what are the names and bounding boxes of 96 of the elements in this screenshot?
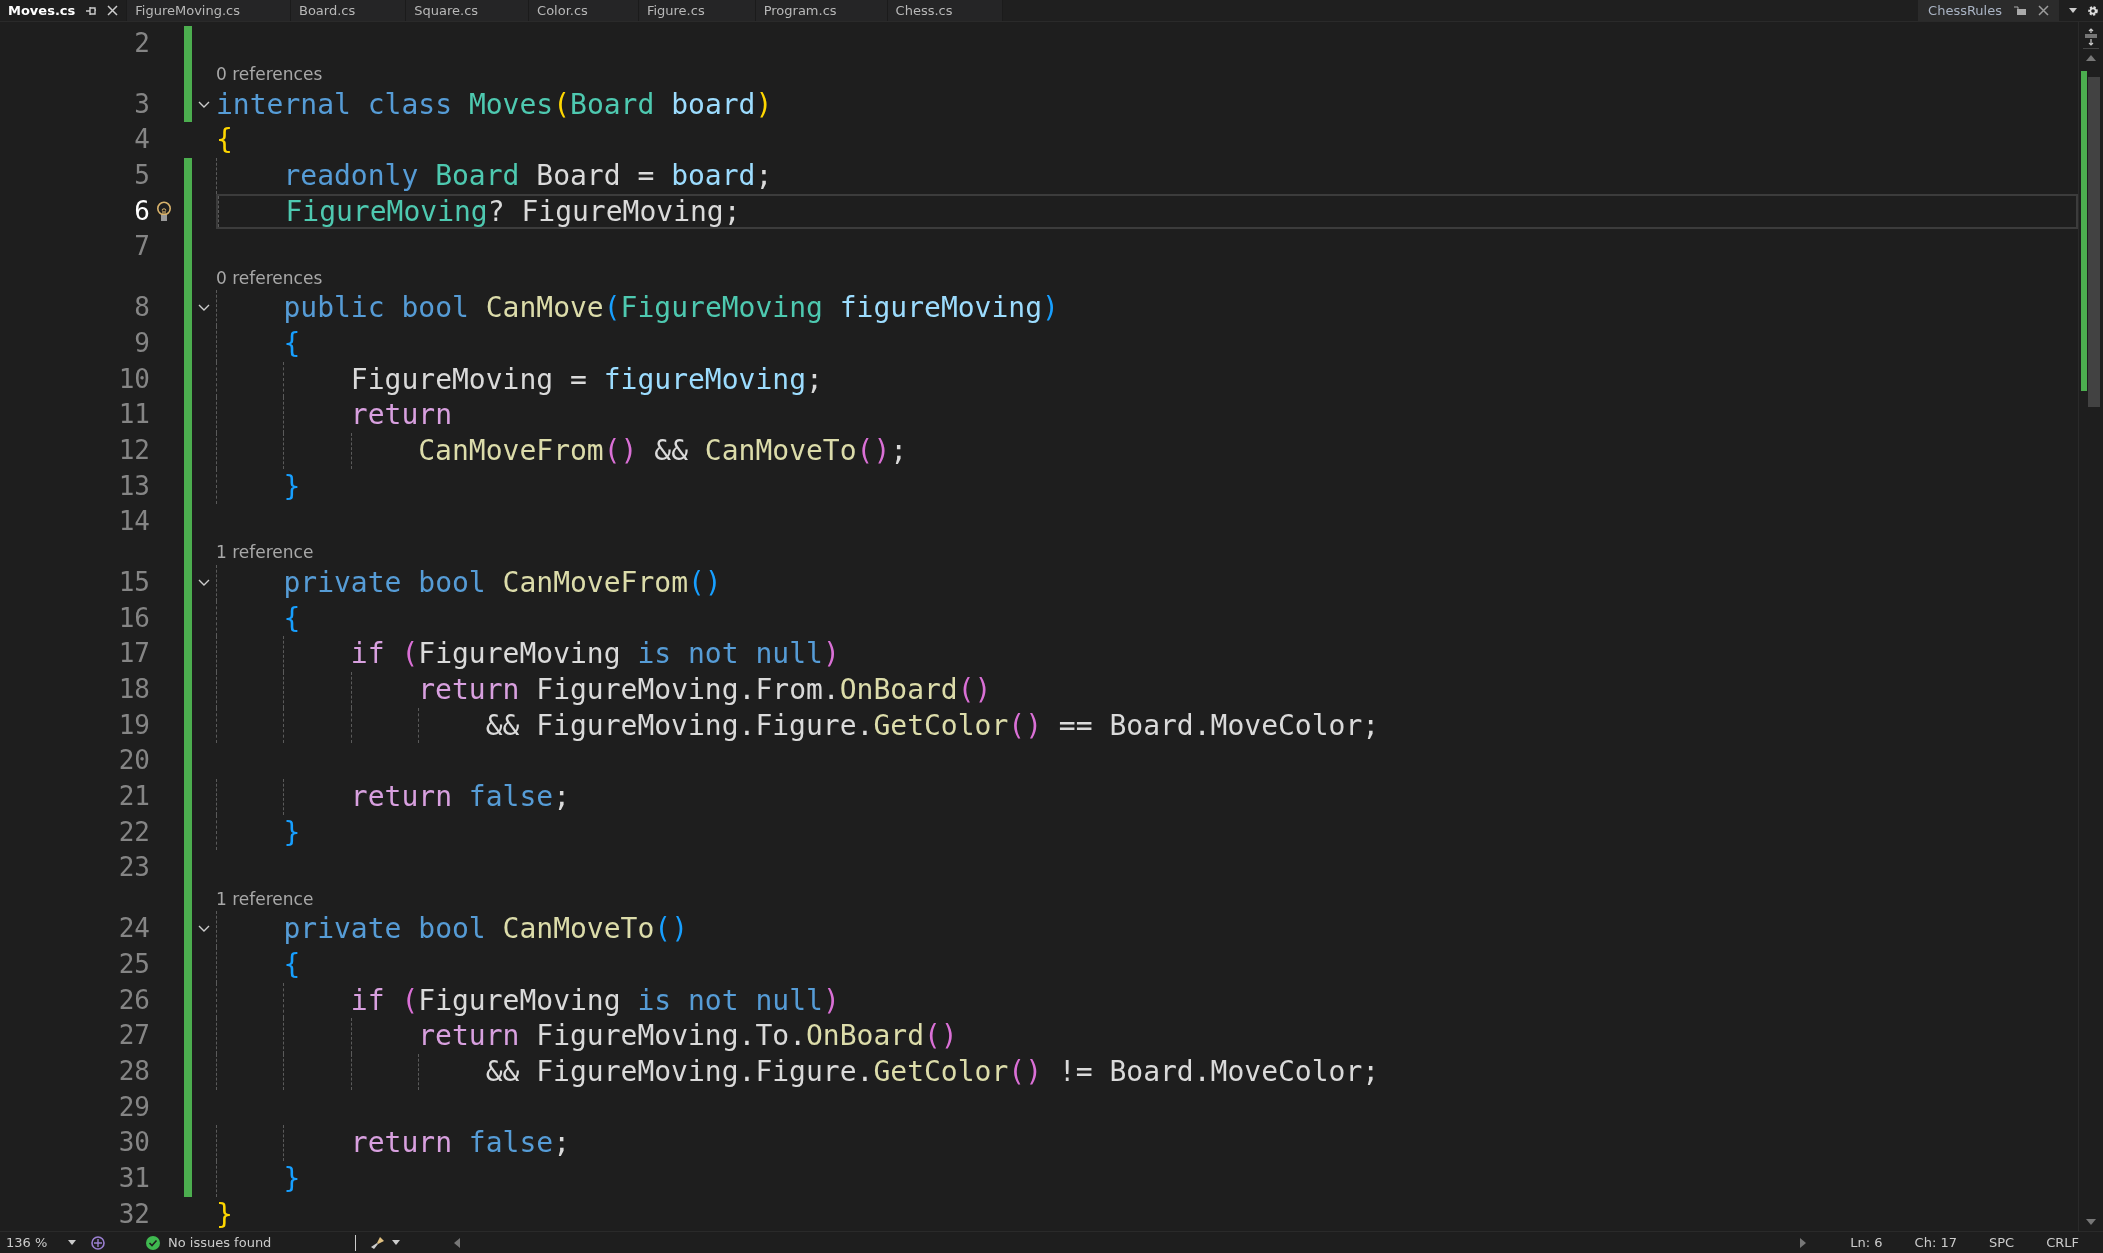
codelens-link[interactable]: 1 reference [216,542,314,563]
line-number: 17 [118,637,150,671]
line-number: 23 [118,851,150,885]
file-tab[interactable]: Square.cs [406,0,530,21]
line-number: 32 [118,1197,150,1231]
code-cleanup-button[interactable] [370,1234,401,1251]
pin-icon[interactable] [2014,5,2026,16]
code-line: private bool CanMoveFrom() [283,564,722,601]
line-number: 13 [118,469,150,503]
line-number: 20 [118,744,150,778]
line-number: 6 [134,194,150,228]
line-number: 5 [134,159,150,193]
line-number: 2 [134,27,150,60]
line-number: 27 [118,1019,150,1053]
dropdown-caret-icon[interactable] [2069,8,2077,13]
file-tab[interactable]: Program.cs [755,0,888,21]
file-tab[interactable]: Figure.cs [638,0,756,21]
dropdown-caret-icon [392,1240,401,1245]
codelens-link[interactable]: 1 reference [216,888,314,909]
code-line: return FigureMoving.From.OnBoard() [418,672,992,708]
line-ending-indicator[interactable]: CRLF [2046,1235,2079,1250]
line-number: 25 [118,947,150,981]
split-window-icon[interactable] [2083,28,2099,49]
code-line: CanMoveFrom() && CanMoveTo(); [418,432,908,469]
line-number: 18 [118,673,150,706]
codelens-link[interactable]: 0 references [216,267,323,288]
code-line: if (FigureMoving is not null) [350,636,840,672]
code-line: return [350,397,452,433]
code-line: } [283,1160,301,1197]
file-tab[interactable]: Board.cs [291,0,407,21]
issues-indicator[interactable]: No issues found [146,1235,272,1250]
line-number: 7 [134,230,150,264]
code-line: && FigureMoving.Figure.GetColor() != Board.MoveColor; [485,1053,1380,1090]
code-line: return false; [350,1125,570,1161]
line-number: 31 [118,1161,150,1195]
collapse-chevron-icon[interactable] [198,924,210,933]
line-number: 24 [118,912,150,946]
code-line: FigureMoving = figureMoving; [350,361,823,398]
codelens-link[interactable]: 0 references [216,64,323,85]
collapse-chevron-icon[interactable] [198,303,210,312]
collapse-chevron-icon[interactable] [198,578,210,587]
collapse-chevron-icon[interactable] [198,100,210,109]
code-line: internal class Moves(Board board) [216,86,773,123]
zoom-dropdown[interactable]: 136 % [6,1235,76,1250]
settings-icon[interactable] [2087,4,2099,17]
column-indicator[interactable]: Ch: 17 [1914,1235,1957,1250]
line-number: 28 [118,1054,150,1088]
close-icon[interactable] [107,5,119,16]
pin-icon[interactable] [85,4,98,17]
close-icon[interactable] [2038,5,2049,16]
scroll-left-arrow-icon[interactable] [454,1237,461,1248]
code-line: } [216,1196,233,1233]
code-line: } [283,814,301,851]
line-number: 16 [118,601,150,635]
line-number: 4 [134,123,150,157]
code-line: { [283,600,301,637]
scroll-right-arrow-icon[interactable] [1800,1237,1807,1248]
dropdown-caret-icon [68,1240,76,1245]
scrollbar-thumb[interactable] [2088,77,2100,407]
project-tab[interactable]: ChessRules [1918,0,2059,21]
scroll-up-arrow-icon[interactable] [2086,55,2096,61]
line-number: 22 [118,815,150,849]
line-number: 21 [118,780,150,814]
line-number: 12 [118,433,150,467]
code-line: { [283,946,301,983]
line-number: 26 [118,983,150,1017]
code-line: return false; [350,779,570,815]
code-line: readonly Board Board = board; [283,158,773,194]
line-number: 8 [134,291,150,325]
line-number: 15 [118,565,150,599]
line-number: 9 [134,326,150,360]
code-line: { [216,122,233,159]
line-number: 14 [118,505,150,539]
code-line: if (FigureMoving is not null) [350,982,840,1019]
code-line: } [283,468,301,505]
line-indicator[interactable]: Ln: 6 [1850,1235,1883,1250]
code-line: { [283,325,301,362]
line-number: 11 [118,398,150,432]
line-number: 19 [118,708,150,742]
line-number: 3 [134,87,150,121]
code-line: return FigureMoving.To.OnBoard() [418,1018,958,1054]
code-line: FigureMoving? FigureMoving; [285,193,741,230]
code-line: && FigureMoving.Figure.GetColor() == Board.MoveColor; [485,707,1380,744]
line-number: 10 [118,362,150,396]
code-line: private bool CanMoveTo() [283,911,688,947]
lightbulb-icon[interactable] [156,200,172,223]
indentation-indicator[interactable]: SPC [1989,1235,2015,1250]
file-tab[interactable]: Color.cs [529,0,639,21]
file-tab[interactable]: Chess.cs [887,0,1004,21]
brush-icon [370,1234,387,1251]
line-number: 30 [118,1126,150,1160]
code-line: public bool CanMove(FigureMoving figureMoving) [283,290,1059,326]
file-tab[interactable]: FigureMoving.cs [127,0,291,21]
scroll-down-arrow-icon[interactable] [2086,1219,2096,1225]
check-circle-icon [146,1235,160,1250]
line-number: 29 [118,1090,150,1124]
